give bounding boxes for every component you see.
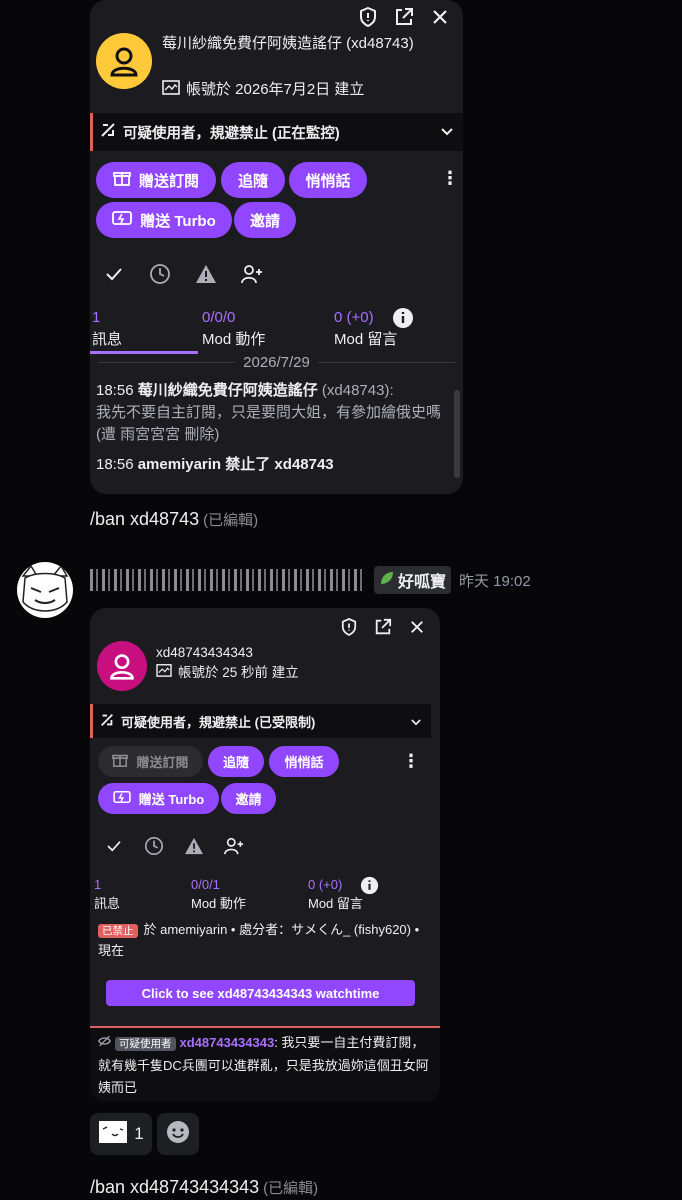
calendar-icon xyxy=(156,663,172,680)
date-divider: 2026/7/29 xyxy=(90,354,463,371)
ban-status: 已禁止於 amemiyarin • 處分者：サメくん_ (fishy620) •… xyxy=(98,922,420,958)
author-line: 好呱寶 昨天 19:02 xyxy=(90,566,531,594)
more-options-icon[interactable]: ⋮ xyxy=(441,168,459,189)
banned-badge: 已禁止 xyxy=(98,924,138,938)
scrollbar[interactable] xyxy=(454,390,460,478)
avatar[interactable] xyxy=(97,641,147,691)
username[interactable]: xd48743434343 xyxy=(156,642,253,663)
invite-button[interactable]: 邀請 xyxy=(221,783,276,814)
turbo-icon xyxy=(113,790,131,807)
account-created: 帳號於 25 秒前 建立 xyxy=(156,661,299,681)
stat-mod-actions[interactable]: 0/0/0 Mod 動作 xyxy=(202,307,265,351)
timestamp: 昨天 19:02 xyxy=(459,572,531,590)
log-line-ban: 18:56 amemiyarin 禁止了 xd48743 xyxy=(96,456,334,473)
follow-button[interactable]: 追隨 xyxy=(208,746,264,777)
chevron-down-icon[interactable] xyxy=(411,714,421,729)
gift-turbo-button[interactable]: 贈送 Turbo xyxy=(98,783,219,814)
mod-tools xyxy=(102,262,264,286)
popout-icon[interactable] xyxy=(393,6,415,28)
popout-icon[interactable] xyxy=(372,616,394,638)
close-icon[interactable] xyxy=(429,6,451,28)
chevron-down-icon[interactable] xyxy=(441,124,453,140)
more-options-icon[interactable]: ⋮ xyxy=(402,751,420,772)
follow-button[interactable]: 追隨 xyxy=(221,162,285,198)
eye-off-icon xyxy=(98,1035,111,1050)
chat-message-2: /ban xd48743434343 (已編輯) xyxy=(90,1177,319,1197)
check-icon[interactable] xyxy=(102,262,126,286)
leaf-icon xyxy=(379,570,395,591)
close-icon[interactable] xyxy=(406,616,428,638)
sticker-emoji-icon xyxy=(98,1120,128,1149)
suspicious-user-banner[interactable]: 可疑使用者，規避禁止 (已受限制) xyxy=(90,704,431,738)
shield-icon[interactable] xyxy=(357,6,379,28)
card-header-icons xyxy=(357,6,451,28)
ban-evasion-icon xyxy=(99,121,117,143)
stat-mod-comments[interactable]: 0 (+0) Mod 留言 xyxy=(334,307,397,351)
check-icon[interactable] xyxy=(102,834,126,858)
avatar[interactable] xyxy=(96,33,152,89)
user-card-2: xd48743434343 帳號於 25 秒前 建立 可疑使用者，規避禁止 (已… xyxy=(90,608,440,1102)
log-line-message: 18:56 莓川紗織免費仔阿姨造謠仔 (xd48743): 我先不要自主訂閱，只… xyxy=(96,382,442,443)
gift-icon xyxy=(113,169,131,191)
invite-button[interactable]: 邀請 xyxy=(234,202,296,238)
card-header-icons xyxy=(338,616,428,638)
mod-tools xyxy=(102,834,246,858)
chat-log: 18:56 莓川紗織免費仔阿姨造謠仔 (xd48743): 我先不要自主訂閱，只… xyxy=(96,380,445,476)
timeout-clock-icon[interactable] xyxy=(148,262,172,286)
turbo-icon xyxy=(112,210,133,230)
chat-message-1: /ban xd48743 (已編輯) xyxy=(90,509,259,529)
gift-icon xyxy=(112,752,129,771)
add-user-icon[interactable] xyxy=(222,834,246,858)
ban-evasion-icon xyxy=(99,712,115,731)
warning-icon[interactable] xyxy=(194,262,218,286)
timeout-clock-icon[interactable] xyxy=(142,834,166,858)
watchtime-button[interactable]: Click to see xd48743434343 watchtime xyxy=(106,980,415,1006)
gift-sub-button[interactable]: 贈送訂閱 xyxy=(96,162,216,198)
info-icon[interactable] xyxy=(392,307,414,334)
last-chat-message: 可疑使用者 xd48743434343: 我只要一自主付費訂閱，就有幾千隻DC兵團… xyxy=(90,1026,440,1102)
gift-turbo-button[interactable]: 贈送 Turbo xyxy=(96,202,232,238)
shield-icon[interactable] xyxy=(338,616,360,638)
smiley-icon xyxy=(166,1120,190,1149)
user-card-1: 莓川紗織免費仔阿姨造謠仔 (xd48743) 帳號於 2026年7月2日 建立 … xyxy=(90,0,463,494)
gift-sub-button[interactable]: 贈送訂閱 xyxy=(98,746,203,777)
stat-mod-comments[interactable]: 0 (+0) Mod 留言 xyxy=(308,875,363,913)
whisper-button[interactable]: 悄悄話 xyxy=(269,746,339,777)
stat-mod-actions[interactable]: 0/0/1 Mod 動作 xyxy=(191,875,246,913)
username[interactable]: 莓川紗織免費仔阿姨造謠仔 (xd48743) xyxy=(162,33,432,54)
account-created: 帳號於 2026年7月2日 建立 xyxy=(162,78,364,99)
whisper-button[interactable]: 悄悄話 xyxy=(289,162,367,198)
stat-messages[interactable]: 1 訊息 xyxy=(94,875,120,913)
reaction-sticker[interactable]: 1 xyxy=(90,1113,152,1155)
warning-icon[interactable] xyxy=(182,834,206,858)
suspicious-user-banner[interactable]: 可疑使用者，規避禁止 (正在監控) xyxy=(90,113,463,151)
suspicious-badge: 可疑使用者 xyxy=(115,1037,176,1051)
add-reaction-button[interactable] xyxy=(157,1113,199,1155)
guild-tag[interactable]: 好呱寶 xyxy=(374,566,452,594)
author-name[interactable] xyxy=(90,569,366,591)
info-icon[interactable] xyxy=(360,876,379,900)
add-user-icon[interactable] xyxy=(240,262,264,286)
calendar-icon xyxy=(162,79,180,99)
author-avatar[interactable] xyxy=(17,562,73,618)
stat-messages[interactable]: 1 訊息 xyxy=(92,307,122,351)
